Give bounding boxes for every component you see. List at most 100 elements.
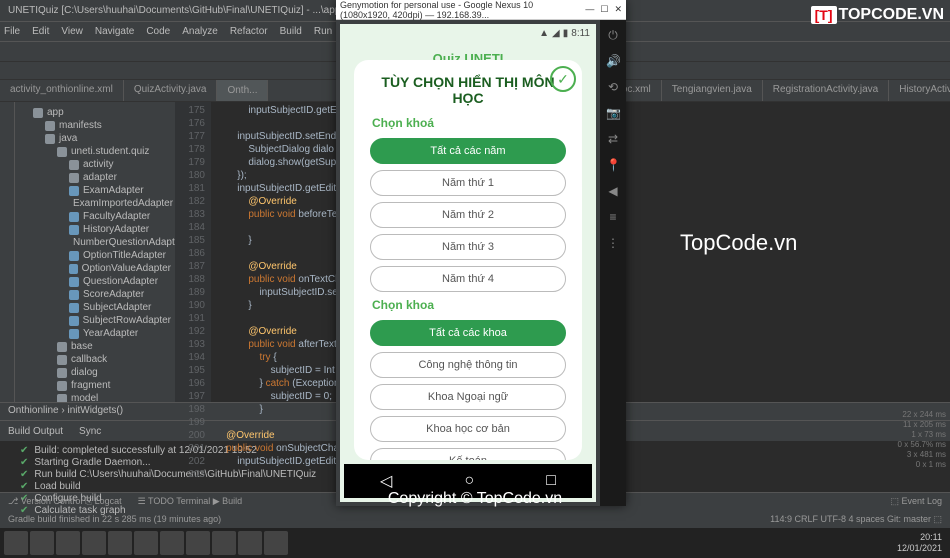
android-statusbar: ▲◢▮8:11 xyxy=(340,24,596,42)
tab-build-output[interactable]: Build Output xyxy=(8,426,63,437)
year-option[interactable]: Tất cả các năm xyxy=(370,138,566,164)
build-stats: 22 x 244 ms11 x 205 ms1 x 73 ms0 x 56.7%… xyxy=(898,410,946,470)
menu-view[interactable]: View xyxy=(61,26,83,37)
faculty-option[interactable]: Công nghệ thông tin xyxy=(370,352,566,378)
tab-registration[interactable]: RegistrationActivity.java xyxy=(763,80,889,101)
battery-icon: ▮ xyxy=(563,28,569,39)
close-icon[interactable]: ✕ xyxy=(614,4,622,15)
taskbar-icon[interactable] xyxy=(30,531,54,555)
tool-sidebar-left[interactable] xyxy=(0,102,15,402)
taskbar-icon[interactable] xyxy=(160,531,184,555)
power-icon[interactable]: ⏻ xyxy=(606,28,620,42)
taskbar-icon[interactable] xyxy=(134,531,158,555)
tab-tengiangvien[interactable]: Tengiangvien.java xyxy=(662,80,763,101)
tab-history[interactable]: HistoryActivity.java xyxy=(889,80,950,101)
menu-file[interactable]: File xyxy=(4,26,20,37)
modal-title: TÙY CHỌN HIỂN THỊ MÔN HỌC xyxy=(364,74,572,106)
menu-icon[interactable]: ≡ xyxy=(606,210,620,224)
menu-code[interactable]: Code xyxy=(146,26,170,37)
faculty-option[interactable]: Khoa Ngoại ngữ xyxy=(370,384,566,410)
tree-file[interactable]: NumberQuestionAdapter xyxy=(15,236,175,249)
menu-refactor[interactable]: Refactor xyxy=(230,26,268,37)
watermark-center: TopCode.vn xyxy=(680,230,797,256)
more-icon[interactable]: ⋮ xyxy=(606,236,620,250)
tree-file[interactable]: SubjectAdapter xyxy=(15,301,175,314)
menu-analyze[interactable]: Analyze xyxy=(182,26,218,37)
tree-file[interactable]: OptionValueAdapter xyxy=(15,262,175,275)
tree-file[interactable]: OptionTitleAdapter xyxy=(15,249,175,262)
folder-icon xyxy=(57,368,67,378)
tree-file[interactable]: YearAdapter xyxy=(15,327,175,340)
faculty-option[interactable]: Khoa học cơ bản xyxy=(370,416,566,442)
menu-build[interactable]: Build xyxy=(280,26,302,37)
volume-icon[interactable]: 🔊 xyxy=(606,54,620,68)
status-pos: 114:9 CRLF UTF-8 4 spaces Git: master ⬚ xyxy=(770,514,942,525)
swap-icon[interactable]: ⇄ xyxy=(606,132,620,146)
tab-sync[interactable]: Sync xyxy=(79,426,101,437)
max-icon[interactable]: ☐ xyxy=(600,4,608,15)
tree-adapter[interactable]: adapter xyxy=(15,171,175,184)
status-msg: Gradle build finished in 22 s 285 ms (19… xyxy=(8,514,221,524)
project-tree[interactable]: app manifests java uneti.student.quiz ac… xyxy=(15,102,175,402)
min-icon[interactable]: — xyxy=(585,4,594,15)
class-icon xyxy=(69,264,78,274)
emulator-titlebar[interactable]: Genymotion for personal use - Google Nex… xyxy=(336,0,626,20)
taskbar-icon[interactable] xyxy=(4,531,28,555)
tree-file[interactable]: HistoryAdapter xyxy=(15,223,175,236)
taskbar-icon[interactable] xyxy=(186,531,210,555)
taskbar-icon[interactable] xyxy=(108,531,132,555)
tree-folder[interactable]: base xyxy=(15,340,175,353)
tab-onth[interactable]: Onth... xyxy=(217,80,268,101)
tree-app[interactable]: app xyxy=(15,106,175,119)
folder-icon xyxy=(33,108,43,118)
tree-folder[interactable]: dialog xyxy=(15,366,175,379)
back-icon[interactable]: ◁ xyxy=(380,471,392,491)
tree-file[interactable]: QuestionAdapter xyxy=(15,275,175,288)
menu-navigate[interactable]: Navigate xyxy=(95,26,134,37)
year-option[interactable]: Năm thứ 4 xyxy=(370,266,566,292)
faculty-option[interactable]: Kế toán xyxy=(370,448,566,460)
year-option[interactable]: Năm thứ 2 xyxy=(370,202,566,228)
gps-icon[interactable]: 📍 xyxy=(606,158,620,172)
year-option[interactable]: Năm thứ 1 xyxy=(370,170,566,196)
taskbar-clock[interactable]: 20:1112/01/2021 xyxy=(897,532,946,554)
faculty-option[interactable]: Tất cả các khoa xyxy=(370,320,566,346)
taskbar-icon[interactable] xyxy=(264,531,288,555)
tree-file[interactable]: ExamAdapter xyxy=(15,184,175,197)
taskbar-icon[interactable] xyxy=(56,531,80,555)
confirm-button[interactable]: ✓ xyxy=(550,66,576,92)
section-faculty: Chọn khoa xyxy=(372,298,564,312)
emulator-window[interactable]: Genymotion for personal use - Google Nex… xyxy=(336,0,626,506)
taskbar-apps[interactable] xyxy=(4,531,288,555)
tab-quiz[interactable]: QuizActivity.java xyxy=(124,80,218,101)
rotate-icon[interactable]: ⟲ xyxy=(606,80,620,94)
back-icon[interactable]: ◀ xyxy=(606,184,620,198)
tree-file[interactable]: FacultyAdapter xyxy=(15,210,175,223)
home-icon[interactable]: ○ xyxy=(464,472,474,490)
taskbar-icon[interactable] xyxy=(238,531,262,555)
recents-icon[interactable]: □ xyxy=(546,472,556,490)
tab-layout[interactable]: activity_onthionline.xml xyxy=(0,80,124,101)
windows-taskbar[interactable]: 20:1112/01/2021 xyxy=(0,528,950,558)
tree-file[interactable]: ExamImportedAdapter xyxy=(15,197,175,210)
tree-java[interactable]: java xyxy=(15,132,175,145)
tree-folder[interactable]: callback xyxy=(15,353,175,366)
menu-edit[interactable]: Edit xyxy=(32,26,49,37)
class-icon xyxy=(69,225,79,235)
taskbar-icon[interactable] xyxy=(82,531,106,555)
tree-folder[interactable]: model xyxy=(15,392,175,402)
class-icon xyxy=(69,290,79,300)
taskbar-icon[interactable] xyxy=(212,531,236,555)
tree-activity[interactable]: activity xyxy=(15,158,175,171)
camera-icon[interactable]: 📷 xyxy=(606,106,620,120)
emulator-sidebar[interactable]: ⏻ 🔊 ⟲ 📷 ⇄ 📍 ◀ ≡ ⋮ xyxy=(600,20,626,506)
watermark-copyright: Copyright © TopCode.vn xyxy=(0,490,950,508)
tree-file[interactable]: SubjectRowAdapter xyxy=(15,314,175,327)
tree-folder[interactable]: fragment xyxy=(15,379,175,392)
tree-pkg[interactable]: uneti.student.quiz xyxy=(15,145,175,158)
phone-screen[interactable]: ▲◢▮8:11 Quiz UNETI ✓ TÙY CHỌN HIỂN THỊ M… xyxy=(340,24,596,502)
tree-manifests[interactable]: manifests xyxy=(15,119,175,132)
menu-run[interactable]: Run xyxy=(314,26,332,37)
year-option[interactable]: Năm thứ 3 xyxy=(370,234,566,260)
tree-file[interactable]: ScoreAdapter xyxy=(15,288,175,301)
